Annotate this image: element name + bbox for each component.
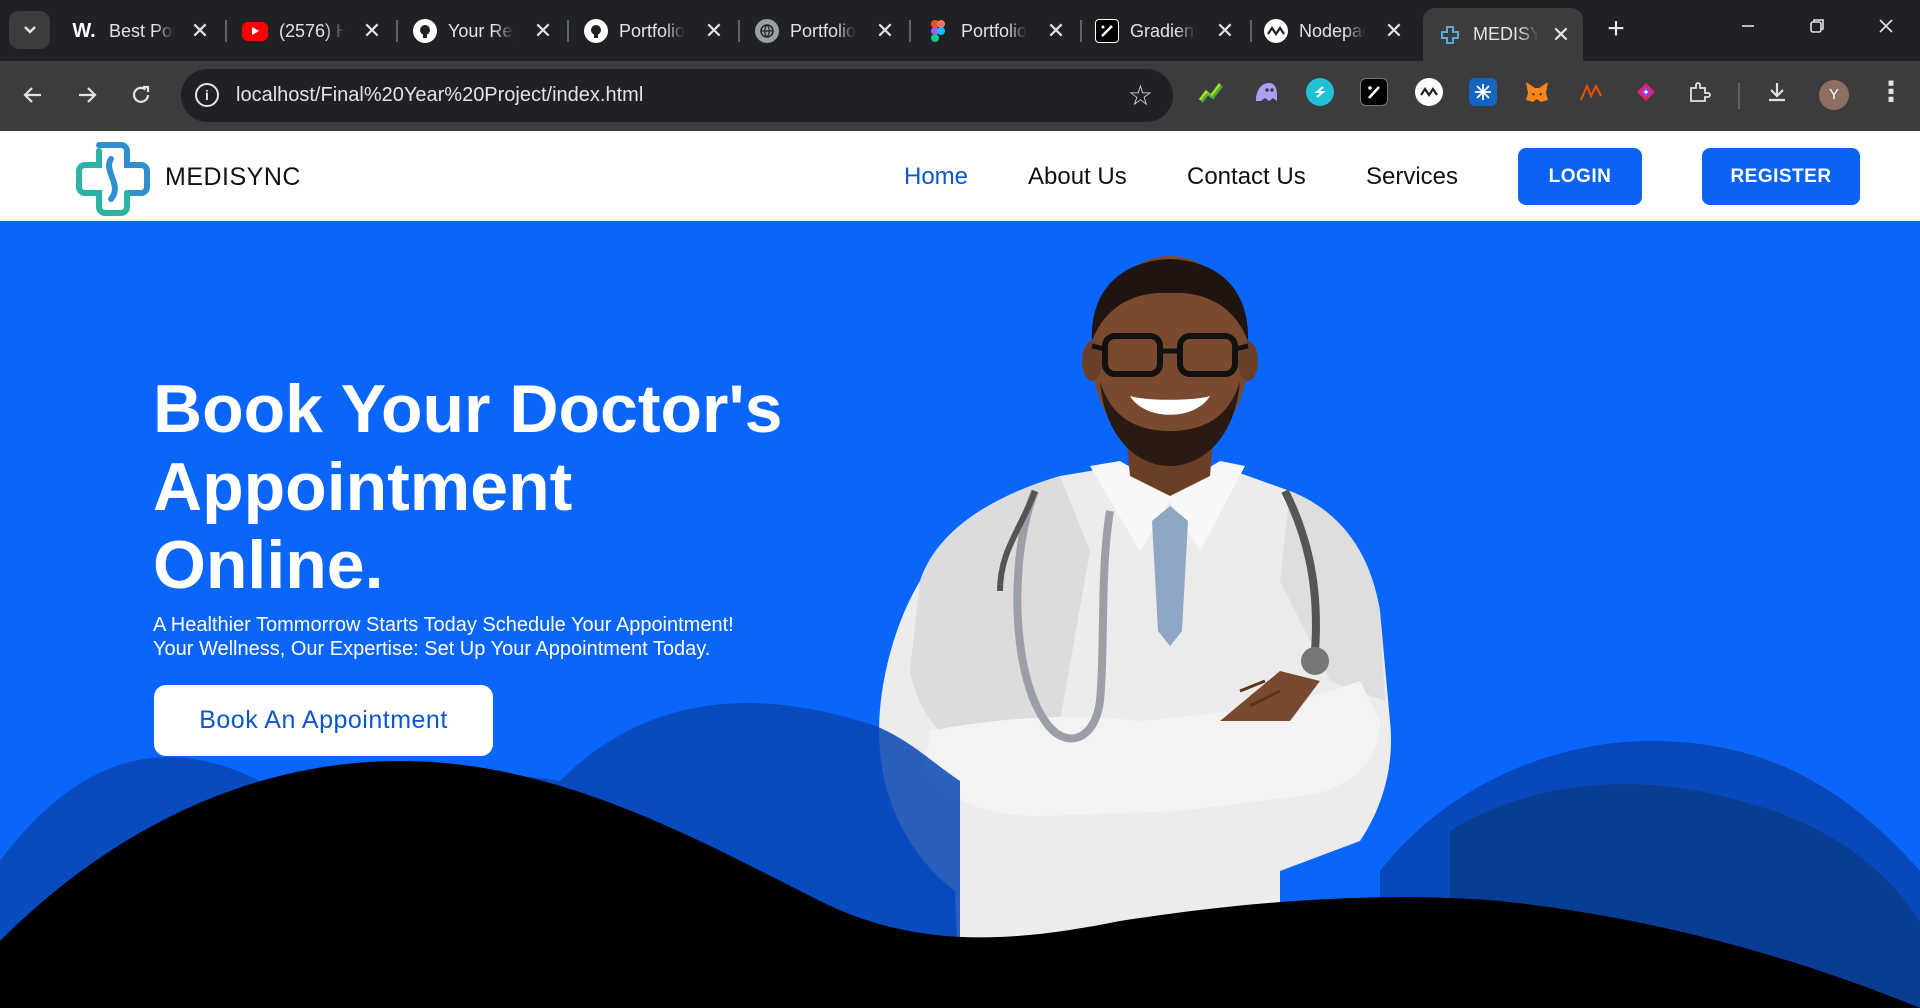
w-logo-icon: W. bbox=[72, 19, 96, 42]
login-button[interactable]: LOGIN bbox=[1518, 148, 1642, 205]
book-appointment-button[interactable]: Book An Appointment bbox=[154, 685, 493, 756]
tab-portfolio-figma[interactable]: Portfolio ✕ bbox=[926, 8, 1066, 54]
browser-tab-strip: W. Best Portfolio ✕ (2576) Home ✕ Your R… bbox=[0, 0, 1920, 61]
tab-title: Portfolio bbox=[790, 20, 856, 41]
arrow-right-icon bbox=[79, 87, 97, 103]
globe-icon bbox=[755, 19, 779, 43]
tab-title: Portfolio bbox=[619, 20, 685, 41]
close-icon[interactable]: ✕ bbox=[1384, 20, 1404, 42]
tab-divider bbox=[1080, 20, 1082, 42]
close-icon[interactable]: ✕ bbox=[875, 20, 895, 42]
tab-title: Gradient bbox=[1130, 20, 1196, 41]
restore-icon bbox=[1810, 19, 1824, 33]
minimize-button[interactable] bbox=[1728, 14, 1768, 46]
tab-title: Your Repositories bbox=[448, 20, 514, 41]
reload-button[interactable] bbox=[125, 81, 157, 113]
tab-gradient[interactable]: Gradient ✕ bbox=[1095, 8, 1235, 54]
hero-title: Book Your Doctor's Appointment Online. bbox=[153, 370, 853, 604]
tab-search-button[interactable] bbox=[9, 11, 50, 49]
hero-subtitle-line-2: Your Wellness, Our Expertise: Set Up You… bbox=[153, 638, 711, 660]
tab-divider bbox=[909, 20, 911, 42]
minimize-icon bbox=[1742, 25, 1754, 27]
hero-title-line-2: Appointment bbox=[153, 449, 573, 525]
extension-wave-icon[interactable] bbox=[1578, 78, 1606, 106]
close-icon[interactable]: ✕ bbox=[362, 20, 382, 42]
tab-your-repositories[interactable]: Your Repositories ✕ bbox=[413, 8, 553, 54]
metamask-fox-icon[interactable] bbox=[1523, 78, 1551, 106]
tab-title: Portfolio bbox=[961, 20, 1027, 41]
back-button[interactable] bbox=[17, 81, 49, 113]
hero-title-line-1: Book Your Doctor's bbox=[153, 371, 783, 447]
menu-kebab-icon[interactable]: ⋮ bbox=[1877, 75, 1905, 108]
github-icon bbox=[413, 19, 437, 43]
medisync-logo-icon[interactable] bbox=[75, 141, 151, 217]
extension-ghost-icon[interactable] bbox=[1252, 78, 1280, 106]
close-icon[interactable]: ✕ bbox=[1046, 20, 1066, 42]
extensions-puzzle-icon[interactable] bbox=[1685, 78, 1713, 106]
nav-link-contact-us[interactable]: Contact Us bbox=[1187, 163, 1306, 191]
tab-nodepad[interactable]: Nodepad ✕ bbox=[1264, 8, 1404, 54]
tab-best-portfolio[interactable]: W. Best Portfolio ✕ bbox=[70, 8, 210, 54]
youtube-icon bbox=[242, 21, 268, 41]
address-bar[interactable]: i localhost/Final%20Year%20Project/index… bbox=[181, 69, 1173, 122]
reload-icon bbox=[132, 85, 150, 103]
nav-link-services[interactable]: Services bbox=[1366, 163, 1458, 191]
url-text[interactable]: localhost/Final%20Year%20Project/index.h… bbox=[236, 84, 643, 107]
forward-button[interactable] bbox=[71, 81, 103, 113]
tab-title: Best Portfolio bbox=[109, 20, 175, 41]
hero-subtitle: A Healthier Tommorrow Starts Today Sched… bbox=[153, 613, 853, 661]
profile-avatar[interactable]: Y bbox=[1819, 80, 1849, 110]
register-button[interactable]: REGISTER bbox=[1702, 148, 1860, 205]
download-icon[interactable] bbox=[1763, 78, 1791, 106]
close-icon[interactable]: ✕ bbox=[533, 20, 553, 42]
tab-divider bbox=[738, 20, 740, 42]
site-info-icon[interactable]: i bbox=[195, 83, 219, 107]
hero-section: Book Your Doctor's Appointment Online. A… bbox=[0, 221, 1920, 1008]
extension-snowflake-icon[interactable] bbox=[1469, 78, 1497, 106]
webpage: MEDISYNC Home About Us Contact Us Servic… bbox=[0, 131, 1920, 1008]
tab-divider bbox=[567, 20, 569, 42]
restore-button[interactable] bbox=[1797, 14, 1837, 46]
hero-subtitle-line-1: A Healthier Tommorrow Starts Today Sched… bbox=[153, 614, 734, 636]
close-icon[interactable]: ✕ bbox=[1215, 20, 1235, 42]
extension-gradient-icon[interactable] bbox=[1360, 78, 1388, 106]
extension-swap-icon[interactable] bbox=[1306, 78, 1334, 106]
site-navbar: MEDISYNC Home About Us Contact Us Servic… bbox=[0, 131, 1920, 221]
medisync-icon bbox=[1438, 23, 1462, 47]
close-icon[interactable]: ✕ bbox=[704, 20, 724, 42]
window-close-button[interactable] bbox=[1866, 14, 1906, 46]
brand-name[interactable]: MEDISYNC bbox=[165, 163, 301, 192]
tab-medisync-active[interactable]: MEDISYNC ✕ bbox=[1423, 8, 1583, 61]
tab-youtube[interactable]: (2576) Home ✕ bbox=[242, 8, 382, 54]
close-icon[interactable]: ✕ bbox=[190, 20, 210, 42]
arrow-left-icon bbox=[23, 87, 41, 103]
tab-portfolio-github[interactable]: Portfolio ✕ bbox=[584, 8, 724, 54]
close-icon bbox=[1879, 19, 1893, 33]
tab-divider bbox=[1250, 20, 1252, 42]
extension-chart-icon[interactable] bbox=[1197, 78, 1225, 106]
figma-icon bbox=[926, 19, 950, 43]
toolbar-divider bbox=[1738, 83, 1740, 109]
tab-divider bbox=[396, 20, 398, 42]
close-icon[interactable]: ✕ bbox=[1551, 23, 1571, 46]
tab-portfolio-globe[interactable]: Portfolio ✕ bbox=[755, 8, 895, 54]
github-icon bbox=[584, 19, 608, 43]
tab-title: Nodepad bbox=[1299, 20, 1365, 41]
tab-divider bbox=[225, 20, 227, 42]
browser-toolbar: i localhost/Final%20Year%20Project/index… bbox=[0, 61, 1920, 131]
bookmark-star-icon[interactable]: ☆ bbox=[1128, 79, 1153, 112]
new-tab-button[interactable]: + bbox=[1600, 14, 1632, 46]
nodepad-icon bbox=[1264, 19, 1288, 43]
hero-title-line-3: Online. bbox=[153, 527, 384, 603]
extension-nodepad-icon[interactable] bbox=[1415, 78, 1443, 106]
extension-diamond-icon[interactable] bbox=[1632, 78, 1660, 106]
tab-title: MEDISYNC bbox=[1473, 24, 1539, 44]
nav-link-home[interactable]: Home bbox=[904, 163, 968, 191]
gradient-icon bbox=[1095, 19, 1119, 43]
chevron-down-icon bbox=[23, 26, 36, 34]
nav-link-about-us[interactable]: About Us bbox=[1028, 163, 1127, 191]
tab-title: (2576) Home bbox=[279, 20, 345, 41]
